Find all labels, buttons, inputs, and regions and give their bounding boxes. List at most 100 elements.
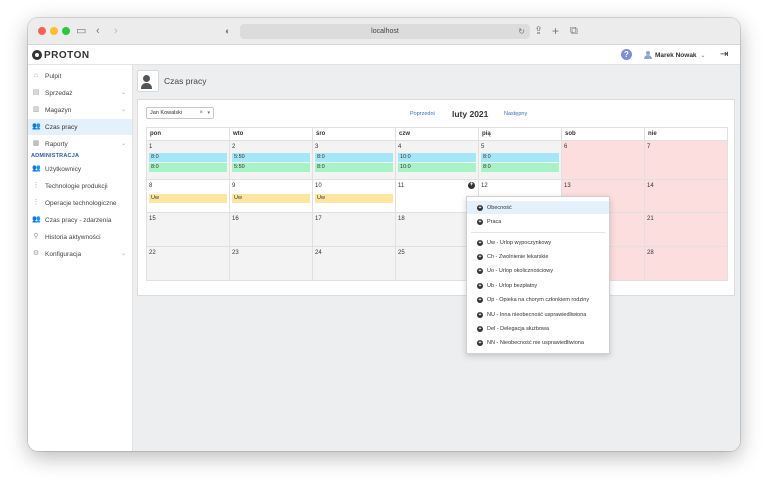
menu-item[interactable]: + Ub - Urlop bezpłatny xyxy=(467,279,609,292)
menu-item[interactable]: + NN - Nieobecność nie usprawiedliwiona xyxy=(467,337,609,350)
menu-divider xyxy=(471,232,605,233)
menu-item[interactable]: + NU - Inna nieobecność usprawiedliwiona xyxy=(467,308,609,321)
calendar-day-cell[interactable]: 28 xyxy=(644,246,728,281)
sidebar-admin-item-4[interactable]: ⚲ Historia aktywności xyxy=(28,229,132,245)
user-menu[interactable]: Marek Nowak ⌄ xyxy=(644,49,706,61)
calendar-day-cell[interactable]: 1 8:0 8:0 xyxy=(146,140,230,180)
menu-item[interactable]: + Uw - Urlop wypoczynkowy xyxy=(467,236,609,249)
calendar-day-cell[interactable]: 6 xyxy=(561,140,645,180)
calendar-day-cell[interactable]: 7 xyxy=(644,140,728,180)
sidebar-admin-item-1[interactable]: ⋮ Technologie produkcji xyxy=(28,178,132,194)
add-event-icon[interactable]: + xyxy=(468,182,475,189)
logout-icon[interactable]: ⇥ xyxy=(720,49,728,60)
sidebar-item-0[interactable]: ⌂ Pulpit xyxy=(28,68,132,84)
tabs-overview-icon[interactable]: ⧉ xyxy=(570,23,578,39)
calendar-event[interactable]: Uw xyxy=(232,194,310,203)
calendar-day-cell[interactable]: 9 Uw xyxy=(229,179,313,213)
calendar-event[interactable]: 10:0 xyxy=(398,163,476,172)
next-month-link[interactable]: Następny xyxy=(504,111,527,117)
back-icon[interactable]: ‹ xyxy=(96,23,100,39)
calendar-event[interactable]: 8:0 xyxy=(149,153,227,162)
day-number: 14 xyxy=(647,183,654,189)
calendar-event[interactable]: 8:0 xyxy=(149,163,227,172)
logo-text: PROTON xyxy=(44,49,90,61)
calendar-event[interactable]: 8:0 xyxy=(315,163,393,172)
calendar-event[interactable]: 10:0 xyxy=(398,153,476,162)
warehouse-icon: ▥ xyxy=(32,106,40,113)
calendar-day-cell[interactable]: 4 10:0 10:0 xyxy=(395,140,479,180)
gear-icon: ⚙ xyxy=(32,250,40,257)
calendar-event[interactable]: Uw xyxy=(149,194,227,203)
day-number: 17 xyxy=(315,216,322,222)
forward-icon[interactable]: › xyxy=(114,23,118,39)
calendar-day-cell[interactable]: 22 xyxy=(146,246,230,281)
menu-item[interactable]: + Ch - Zwolnienie lekarskie xyxy=(467,250,609,263)
share-icon[interactable]: ⇪ xyxy=(534,23,543,39)
sidebar-item-1[interactable]: ▤ Sprzedaż ⌄ xyxy=(28,85,132,101)
work-time-icon xyxy=(137,70,159,92)
shield-icon[interactable]: ◐ xyxy=(225,23,230,39)
menu-item[interactable]: + Uo - Urlop okolicznościowy xyxy=(467,265,609,278)
calendar-event[interactable]: 5:50 xyxy=(232,163,310,172)
sidebar-item-4[interactable]: ▦ Raporty ⌄ xyxy=(28,136,132,152)
minimize-window-button[interactable] xyxy=(50,27,58,35)
sidebar-item-2[interactable]: ▥ Magazyn ⌄ xyxy=(28,102,132,118)
chevron-down-icon: ⌄ xyxy=(120,107,126,113)
calendar-day-cell[interactable]: 24 xyxy=(312,246,396,281)
sidebar-toggle-icon[interactable]: ▭ xyxy=(76,23,86,39)
sidebar-item-3[interactable]: 👥 Czas pracy xyxy=(28,119,132,135)
menu-item[interactable]: + Obecność xyxy=(467,201,609,214)
calendar-day-cell[interactable]: 8 Uw xyxy=(146,179,230,213)
sidebar-admin-item-0[interactable]: 👥 Użytkownicy xyxy=(28,161,132,177)
sidebar-item-label: Raporty xyxy=(45,140,68,148)
calendar-day-cell[interactable]: 3 8:0 8:0 xyxy=(312,140,396,180)
day-number: 3 xyxy=(315,144,319,150)
logo[interactable]: PROTON xyxy=(32,48,90,62)
calendar-day-cell[interactable]: 15 xyxy=(146,212,230,247)
clear-icon[interactable]: × xyxy=(199,108,203,118)
calendar-event[interactable]: Uw xyxy=(315,194,393,203)
calendar-event[interactable]: 5:50 xyxy=(232,153,310,162)
calendar-day-cell[interactable]: 10 Uw xyxy=(312,179,396,213)
day-number: 9 xyxy=(232,183,236,189)
calendar-day-cell[interactable]: 2 5:50 5:50 xyxy=(229,140,313,180)
weekday-header: śro xyxy=(312,127,396,141)
day-number: 10 xyxy=(315,183,322,189)
calendar-day-cell[interactable]: 23 xyxy=(229,246,313,281)
day-number: 25 xyxy=(398,250,405,256)
browser-titlebar: ▭ ‹ › ◐ localhost ↻ ⇪ + ⧉ xyxy=(28,18,740,45)
calendar-day-cell[interactable]: 17 xyxy=(312,212,396,247)
day-number: 16 xyxy=(232,216,239,222)
plus-circle-icon: + xyxy=(477,204,483,211)
url-bar[interactable]: localhost ↻ xyxy=(240,24,530,39)
calendar-event[interactable]: 8:0 xyxy=(481,163,559,172)
calendar-event[interactable]: 8:0 xyxy=(481,153,559,162)
day-number: 5 xyxy=(481,144,485,150)
close-window-button[interactable] xyxy=(38,27,46,35)
calendar-day-cell[interactable]: 14 xyxy=(644,179,728,213)
calendar-day-cell[interactable]: 16 xyxy=(229,212,313,247)
menu-item-label: NN - Nieobecność nie usprawiedliwiona xyxy=(487,340,584,347)
sidebar: ⌂ Pulpit ▤ Sprzedaż ⌄ ▥ Magazyn ⌄ 👥 Czas pracy ▦ Ra… xyxy=(28,65,133,451)
reload-icon[interactable]: ↻ xyxy=(518,24,525,39)
help-icon[interactable]: ? xyxy=(621,49,632,60)
sidebar-admin-item-2[interactable]: ⋮ Operacje technologiczne xyxy=(28,195,132,211)
calendar-event[interactable]: 8:0 xyxy=(315,153,393,162)
weekday-header: sob xyxy=(561,127,645,141)
plus-circle-icon: + xyxy=(477,268,483,275)
sidebar-admin-item-3[interactable]: 👥 Czas pracy - zdarzenia xyxy=(28,212,132,228)
menu-item[interactable]: + Del - Delegacja służbowa xyxy=(467,322,609,335)
day-number: 21 xyxy=(647,216,654,222)
menu-item[interactable]: + Praca xyxy=(467,215,609,228)
previous-month-link[interactable]: Poprzedni xyxy=(410,111,435,117)
calendar-day-cell[interactable]: 5 8:0 8:0 xyxy=(478,140,562,180)
calendar-day-cell[interactable]: 21 xyxy=(644,212,728,247)
menu-item[interactable]: + Op - Opieka na chorym członkiem rodziny xyxy=(467,294,609,307)
logo-mark xyxy=(32,50,42,60)
pin-icon: ⚲ xyxy=(33,233,39,240)
employee-select[interactable]: Jan Kowalski × ▾ xyxy=(146,107,214,119)
new-tab-icon[interactable]: + xyxy=(552,23,559,39)
chevron-down-icon[interactable]: ▾ xyxy=(207,108,210,118)
zoom-window-button[interactable] xyxy=(62,27,70,35)
sidebar-admin-item-5[interactable]: ⚙ Konfiguracja ⌄ xyxy=(28,246,132,262)
